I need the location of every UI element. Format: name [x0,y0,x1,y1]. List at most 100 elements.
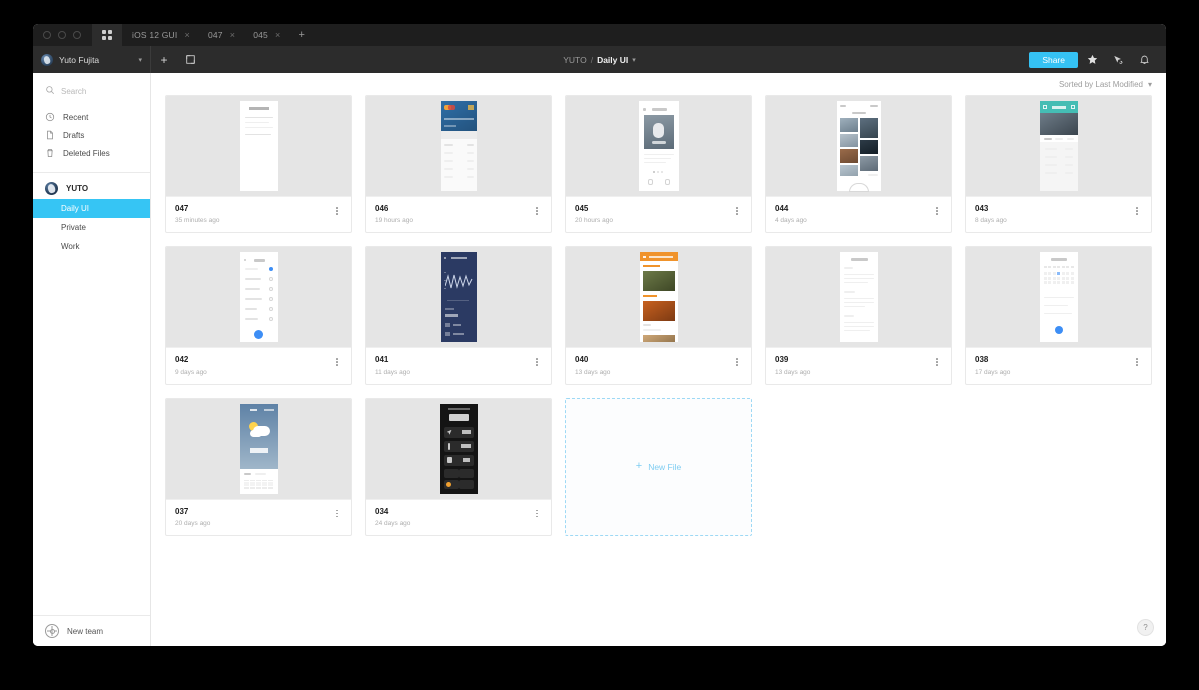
tab-label: iOS 12 GUI [132,30,178,40]
file-options-button[interactable] [532,507,542,518]
file-card[interactable]: 047 35 minutes ago [165,95,352,234]
file-card[interactable]: 046 19 hours ago [365,95,552,234]
file-options-button[interactable] [1132,355,1142,366]
file-name: 041 [375,355,389,365]
close-icon[interactable]: × [275,30,280,40]
share-button[interactable]: Share [1029,51,1078,68]
window-traffic-lights [33,24,92,46]
sidebar-item-daily-ui[interactable]: Daily UI [33,199,150,218]
file-thumbnail [966,247,1151,348]
tab-045[interactable]: 045 × [243,24,289,46]
file-card[interactable]: 040 13 days ago [565,246,752,385]
sidebar-item-private[interactable]: Private [33,218,150,237]
file-options-button[interactable] [532,204,542,215]
clock-icon [45,112,55,122]
file-card[interactable]: 043 8 days ago [965,95,1152,234]
file-modified: 17 days ago [975,368,1011,376]
file-modified: 20 hours ago [575,217,613,225]
cursors-icon[interactable] [1106,46,1130,73]
close-icon[interactable]: × [230,30,235,40]
file-options-button[interactable] [732,355,742,366]
sort-label: Sorted by Last Modified [1058,79,1143,89]
file-card[interactable]: 037 20 days ago [165,397,352,537]
sidebar-item-deleted-files[interactable]: Deleted Files [33,144,150,162]
tab-047[interactable]: 047 × [197,24,244,46]
file-options-button[interactable] [332,507,342,518]
project-label: Work [61,242,80,251]
file-name: 039 [775,355,789,365]
file-thumbnail [766,96,951,196]
file-options-button[interactable] [332,355,342,366]
file-options-button[interactable] [532,355,542,366]
new-file-plus-button[interactable]: + [151,46,177,73]
new-file-label: New File [648,461,682,472]
file-meta: 046 19 hours ago [366,196,551,232]
file-name: 047 [175,204,189,213]
file-options-button[interactable] [1132,204,1142,215]
user-menu[interactable]: Yuto Fujita ▾ [33,46,151,73]
tab-ios-12-gui[interactable]: iOS 12 GUI × [122,24,198,46]
toolbar-actions: Share [1029,46,1166,73]
file-modified: 19 hours ago [375,217,413,225]
sidebar-team-header[interactable]: YUTO [33,177,150,199]
sidebar-item-recent[interactable]: Recent [33,108,150,126]
window-maximize-button[interactable] [73,31,81,39]
file-name: 034 [375,506,389,516]
sidebar-item-work[interactable]: Work [33,237,150,256]
breadcrumb-team[interactable]: YUTO [563,55,586,65]
file-card[interactable]: 042 9 days ago [165,246,352,385]
new-team-icon [45,624,59,638]
file-meta: 044 4 days ago [766,196,951,232]
file-thumbnail [166,96,351,196]
close-icon[interactable]: × [184,30,189,40]
trash-icon [45,148,55,158]
sort-control[interactable]: Sorted by Last Modified ▾ [151,73,1166,95]
search-box[interactable] [33,73,150,108]
file-meta: 038 17 days ago [966,347,1151,383]
project-label: Private [61,223,86,232]
window-minimize-button[interactable] [58,31,66,39]
file-thumbnail [366,398,551,499]
star-icon[interactable] [1080,46,1104,73]
file-name: 045 [575,204,589,213]
window-close-button[interactable] [43,31,51,39]
file-card[interactable]: 034 24 days ago [365,397,552,537]
file-modified: 20 days ago [175,520,211,528]
file-card[interactable]: 045 20 hours ago [565,95,752,234]
search-icon [45,82,55,100]
new-tab-button[interactable]: + [288,24,314,46]
file-modified: 35 minutes ago [175,217,220,225]
file-meta: 039 13 days ago [766,347,951,383]
file-name: 043 [975,204,989,213]
bell-icon[interactable] [1132,46,1156,73]
file-card[interactable]: 038 17 days ago [965,246,1152,385]
chevron-down-icon[interactable]: ▾ [632,56,636,64]
file-card[interactable]: 044 4 days ago [765,95,952,234]
file-modified: 24 days ago [375,520,411,528]
new-team-button[interactable]: New team [33,616,150,646]
file-meta: 037 20 days ago [166,498,351,535]
sidebar-nav: Recent Drafts Deleted Files [33,108,150,168]
file-meta: 045 20 hours ago [566,196,751,232]
sidebar: Recent Drafts Dele [33,73,151,646]
file-options-button[interactable] [932,204,942,215]
file-options-button[interactable] [332,204,342,215]
file-name: 046 [375,204,389,213]
breadcrumb-current-project[interactable]: Daily UI [597,55,628,65]
new-frame-icon[interactable] [177,46,203,73]
chevron-down-icon: ▾ [138,56,142,64]
sidebar-item-drafts[interactable]: Drafts [33,126,150,144]
new-file-card[interactable]: + New File [565,397,752,537]
file-card[interactable]: 039 13 days ago [765,246,952,385]
project-label: Daily UI [61,204,90,213]
grid-icon[interactable] [92,24,122,46]
file-modified: 4 days ago [775,217,807,225]
file-modified: 9 days ago [175,368,207,376]
search-input[interactable] [61,86,140,96]
file-card[interactable]: 041 11 days ago [365,246,552,385]
team-name: YUTO [66,183,89,193]
sidebar-footer: New team [33,615,150,646]
help-button[interactable]: ? [1137,619,1154,636]
file-options-button[interactable] [732,204,742,215]
file-options-button[interactable] [932,355,942,366]
